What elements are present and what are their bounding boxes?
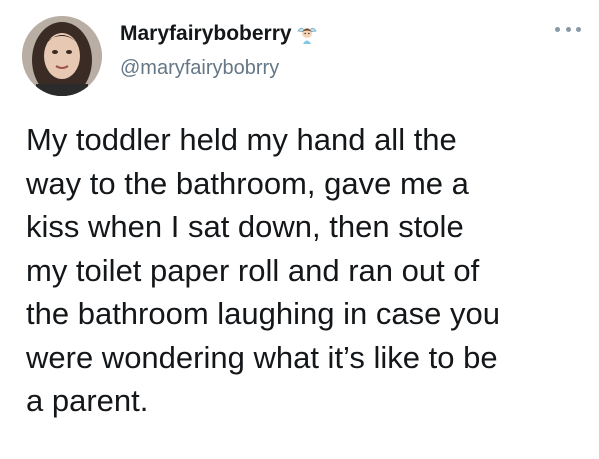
tweet-text-line: My toddler held my hand all the bbox=[26, 122, 457, 157]
avatar[interactable] bbox=[22, 16, 102, 96]
user-handle[interactable]: @maryfairybobrry bbox=[120, 56, 279, 80]
tweet-text-line: were wondering what it’s like to be bbox=[26, 339, 498, 375]
tweet-text-line: my toilet paper roll and ran out of bbox=[26, 252, 480, 288]
fairy-emoji-icon bbox=[296, 23, 318, 45]
tweet-text-line: a parent. bbox=[26, 383, 149, 418]
tweet-text-line: way to the bathroom, gave me a bbox=[26, 165, 469, 201]
more-options-button[interactable] bbox=[555, 22, 581, 36]
tweet-card: Maryfairyboberry @maryfairybobrry My tod… bbox=[0, 0, 599, 459]
tweet-text-line: kiss when I sat down, then stole bbox=[26, 209, 464, 244]
display-name[interactable]: Maryfairyboberry bbox=[120, 22, 292, 46]
more-horizontal-icon bbox=[555, 26, 560, 32]
tweet-text: My toddler held my hand all the way to t… bbox=[26, 118, 586, 423]
avatar-photo bbox=[22, 16, 102, 96]
more-horizontal-icon-dot-3 bbox=[576, 26, 581, 32]
author-name-row: Maryfairyboberry bbox=[120, 22, 318, 46]
tweet-text-line: the bathroom laughing in case you bbox=[26, 296, 500, 331]
more-horizontal-icon-dot-2 bbox=[565, 26, 571, 32]
